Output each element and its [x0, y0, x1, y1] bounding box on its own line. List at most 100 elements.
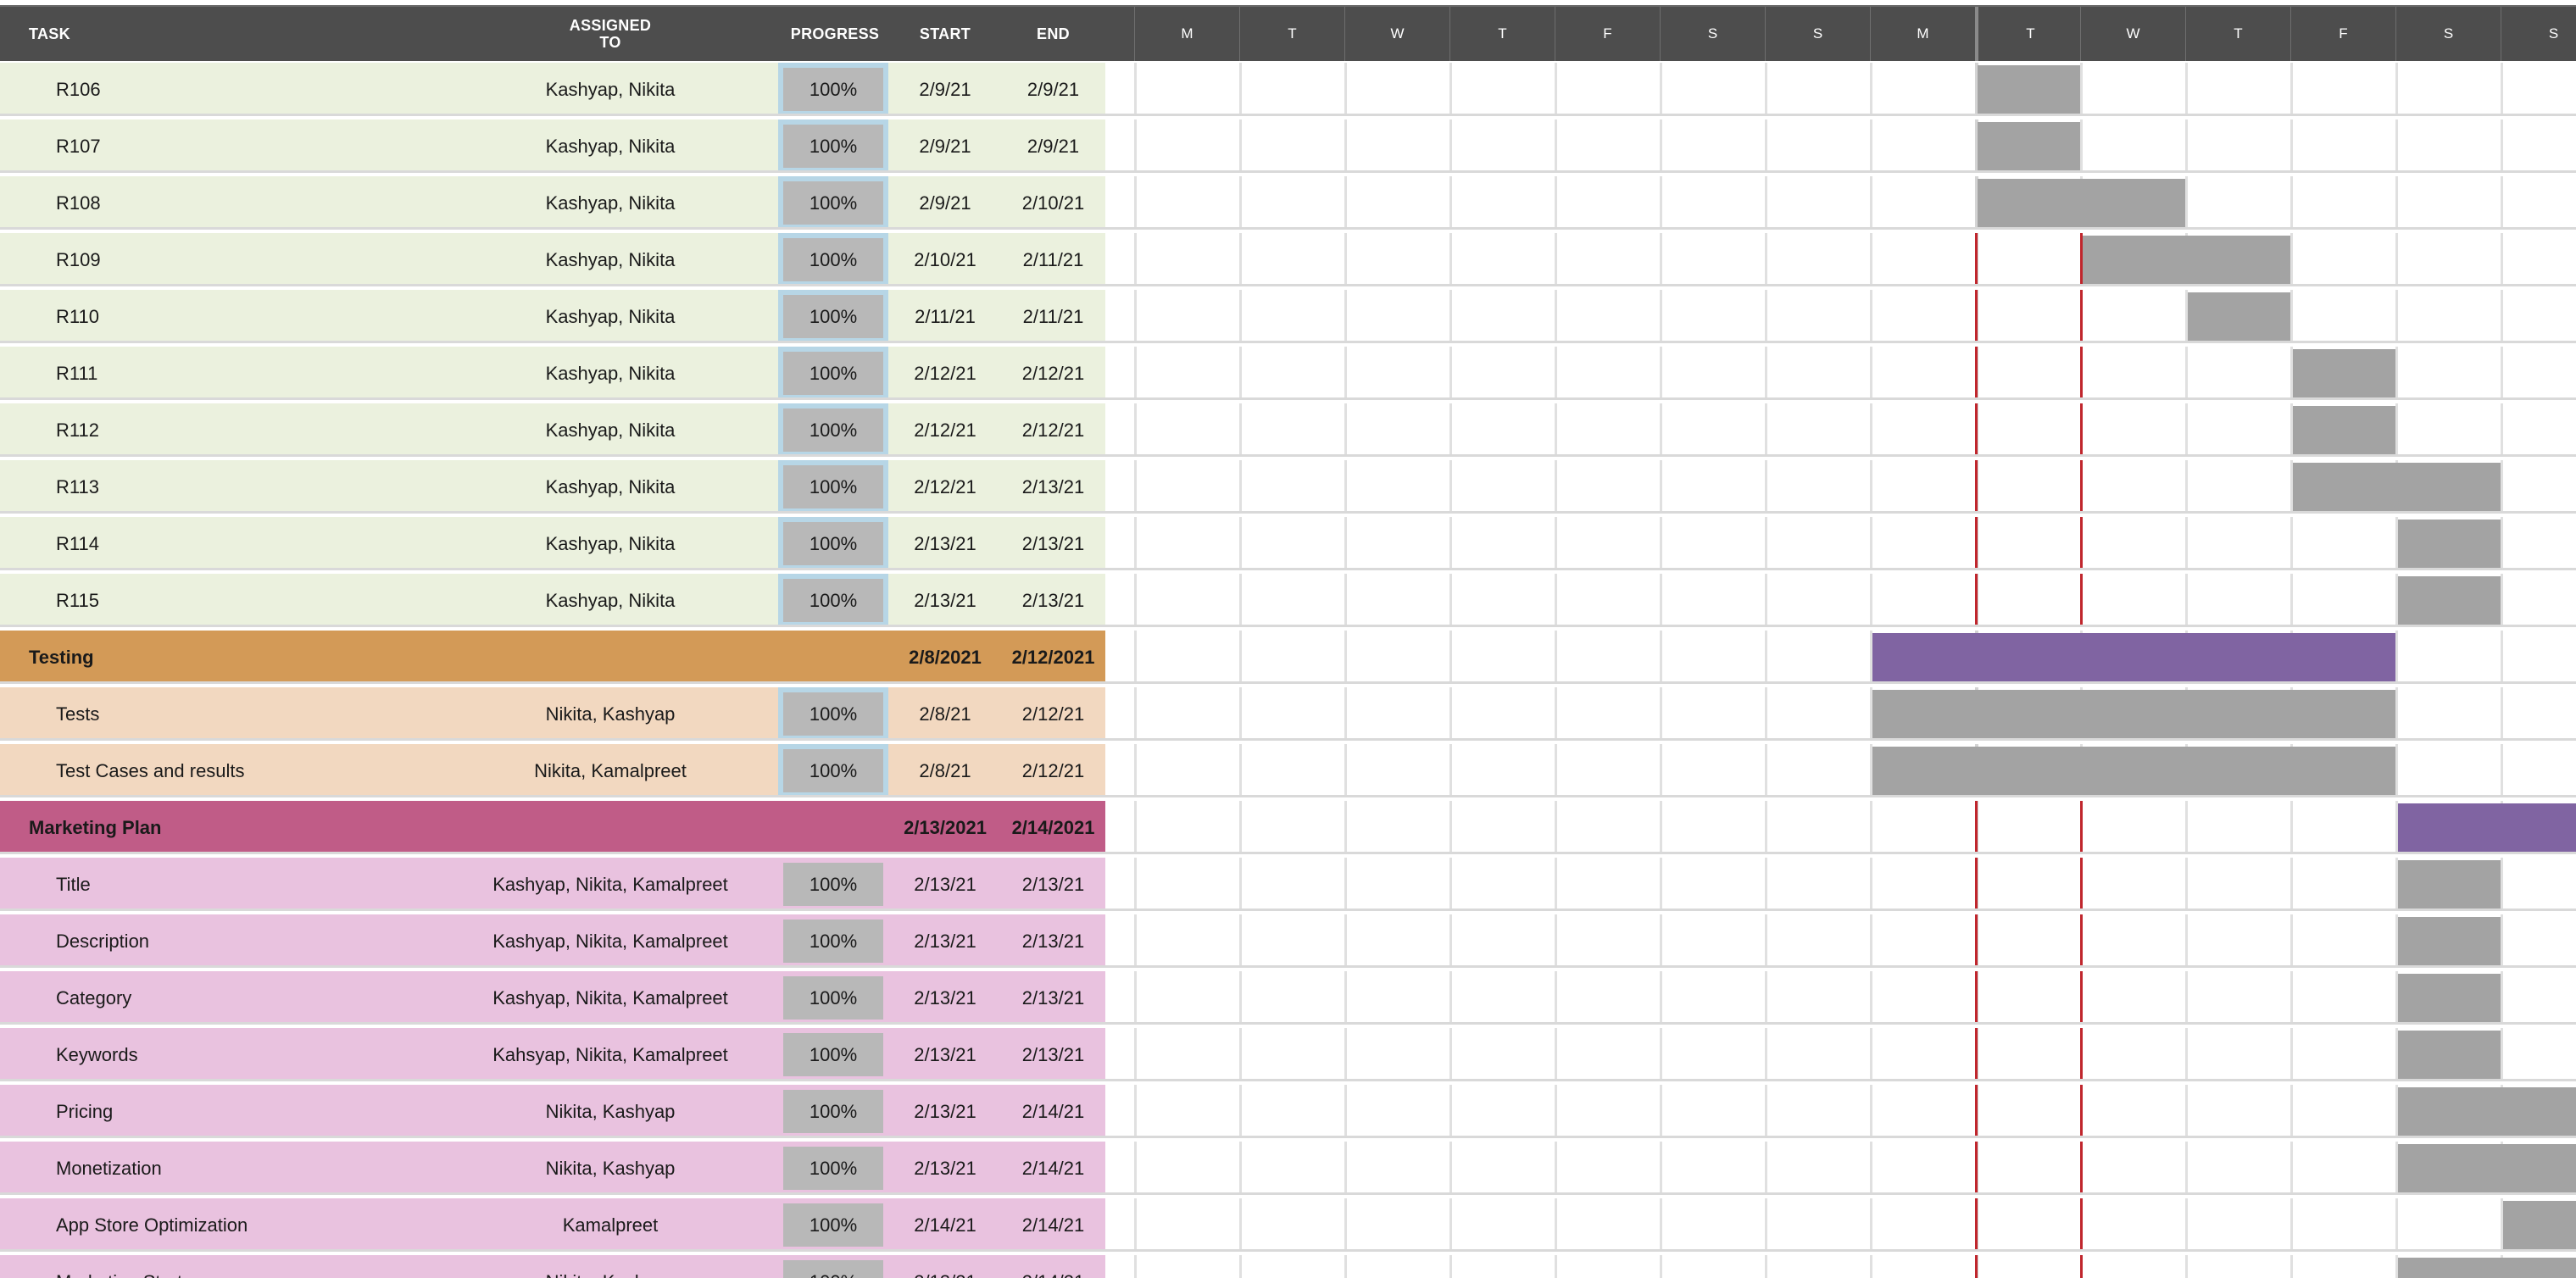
timeline-cell[interactable]	[1134, 1255, 1238, 1278]
timeline-cell[interactable]	[1870, 1198, 1974, 1252]
timeline-cell[interactable]	[1870, 517, 1974, 570]
timeline-cell[interactable]	[1555, 460, 1659, 514]
assigned-cell[interactable]: Kashyap, Nikita	[441, 176, 780, 230]
timeline-cell[interactable]	[2290, 1142, 2395, 1195]
timeline-cell[interactable]	[1555, 914, 1659, 968]
timeline-cell[interactable]	[1975, 460, 2079, 514]
timeline-cell[interactable]	[1344, 347, 1449, 400]
timeline-cell[interactable]	[1239, 290, 1344, 343]
timeline-cell[interactable]	[2080, 574, 2184, 627]
timeline-cell[interactable]	[1870, 574, 1974, 627]
gantt-bar[interactable]	[2083, 236, 2290, 286]
timeline-cell[interactable]	[2290, 574, 2395, 627]
timeline-cell[interactable]	[2185, 1255, 2289, 1278]
timeline-cell[interactable]	[1765, 1255, 1869, 1278]
timeline-cell[interactable]	[1134, 801, 1238, 854]
timeline-cell[interactable]	[2290, 858, 2395, 911]
timeline-cell[interactable]	[1449, 1142, 1554, 1195]
timeline-cell[interactable]	[2080, 914, 2184, 968]
assigned-cell[interactable]: Kashyap, Nikita, Kamalpreet	[441, 858, 780, 911]
timeline-cell[interactable]	[2501, 574, 2576, 627]
timeline-cell[interactable]	[1555, 233, 1659, 286]
timeline-cell[interactable]	[1870, 971, 1974, 1025]
assigned-cell[interactable]: Kashyap, Nikita, Kamalpreet	[441, 971, 780, 1025]
end-cell[interactable]: 2/11/21	[1000, 290, 1106, 343]
timeline-cell[interactable]	[1765, 403, 1869, 457]
timeline-cell[interactable]	[1449, 1198, 1554, 1252]
start-cell[interactable]: 2/10/21	[890, 233, 1000, 286]
gantt-bar[interactable]	[2398, 917, 2501, 968]
timeline-cell[interactable]	[2080, 290, 2184, 343]
task-cell[interactable]: Keywords	[56, 1028, 480, 1081]
timeline-cell[interactable]	[2290, 176, 2395, 230]
start-cell[interactable]: 2/12/21	[890, 460, 1000, 514]
timeline-cell[interactable]	[1765, 631, 1869, 684]
timeline-cell[interactable]	[2185, 119, 2289, 173]
timeline-cell[interactable]	[2080, 119, 2184, 173]
timeline-cell[interactable]	[2501, 858, 2576, 911]
timeline-cell[interactable]	[1555, 1142, 1659, 1195]
gantt-bar[interactable]	[1978, 122, 2080, 173]
timeline-cell[interactable]	[1765, 858, 1869, 911]
timeline-cell[interactable]	[1765, 1198, 1869, 1252]
gantt-bar[interactable]	[2398, 576, 2501, 627]
timeline-cell[interactable]	[1660, 858, 1764, 911]
timeline-cell[interactable]	[1765, 914, 1869, 968]
gantt-bar[interactable]	[2293, 349, 2395, 400]
timeline-cell[interactable]	[2395, 403, 2500, 457]
timeline-cell[interactable]	[1239, 971, 1344, 1025]
timeline-cell[interactable]	[1870, 290, 1974, 343]
task-cell[interactable]: R109	[56, 233, 480, 286]
task-cell[interactable]: Test Cases and results	[56, 744, 480, 797]
timeline-cell[interactable]	[1449, 1028, 1554, 1081]
progress-cell[interactable]: 100%	[783, 465, 883, 508]
timeline-cell[interactable]	[1239, 744, 1344, 797]
timeline-cell[interactable]	[1660, 347, 1764, 400]
gantt-bar[interactable]	[1872, 690, 2395, 741]
end-cell[interactable]: 2/14/21	[1000, 1198, 1106, 1252]
timeline-cell[interactable]	[1975, 574, 2079, 627]
timeline-cell[interactable]	[1870, 347, 1974, 400]
timeline-cell[interactable]	[2290, 1085, 2395, 1138]
timeline-cell[interactable]	[1134, 1142, 1238, 1195]
timeline-cell[interactable]	[1239, 460, 1344, 514]
progress-cell[interactable]: 100%	[783, 692, 883, 736]
timeline-cell[interactable]	[2501, 290, 2576, 343]
timeline-cell[interactable]	[1660, 233, 1764, 286]
gantt-bar[interactable]	[1872, 747, 2395, 797]
end-cell[interactable]: 2/12/21	[1000, 687, 1106, 741]
progress-cell[interactable]: 100%	[783, 579, 883, 622]
timeline-cell[interactable]	[1870, 403, 1974, 457]
timeline-cell[interactable]	[1765, 801, 1869, 854]
start-cell[interactable]: 2/8/21	[890, 687, 1000, 741]
start-cell[interactable]: 2/13/21	[890, 1255, 1000, 1278]
timeline-cell[interactable]	[1660, 1142, 1764, 1195]
progress-cell[interactable]: 100%	[783, 863, 883, 906]
start-cell[interactable]: 2/12/21	[890, 347, 1000, 400]
timeline-cell[interactable]	[1975, 1198, 2079, 1252]
timeline-cell[interactable]	[1765, 290, 1869, 343]
timeline-cell[interactable]	[1134, 517, 1238, 570]
timeline-cell[interactable]	[1765, 517, 1869, 570]
timeline-cell[interactable]	[1344, 1085, 1449, 1138]
timeline-cell[interactable]	[1975, 347, 2079, 400]
timeline-cell[interactable]	[1975, 233, 2079, 286]
task-cell[interactable]: R113	[56, 460, 480, 514]
timeline-cell[interactable]	[1344, 574, 1449, 627]
timeline-cell[interactable]	[1134, 347, 1238, 400]
end-cell[interactable]: 2/13/21	[1000, 517, 1106, 570]
timeline-cell[interactable]	[1239, 63, 1344, 116]
timeline-cell[interactable]	[1134, 176, 1238, 230]
timeline-cell[interactable]	[1765, 347, 1869, 400]
start-cell[interactable]: 2/13/21	[890, 1085, 1000, 1138]
assigned-cell[interactable]: Kashyap, Nikita	[441, 347, 780, 400]
timeline-cell[interactable]	[1975, 1255, 2079, 1278]
assigned-cell[interactable]: Nikita, Kamalpreet	[441, 744, 780, 797]
task-cell[interactable]: R112	[56, 403, 480, 457]
gantt-bar[interactable]	[2398, 1144, 2576, 1195]
timeline-cell[interactable]	[1344, 1198, 1449, 1252]
timeline-cell[interactable]	[1555, 403, 1659, 457]
timeline-cell[interactable]	[1660, 176, 1764, 230]
task-cell[interactable]: R110	[56, 290, 480, 343]
end-cell[interactable]: 2/13/21	[1000, 1028, 1106, 1081]
